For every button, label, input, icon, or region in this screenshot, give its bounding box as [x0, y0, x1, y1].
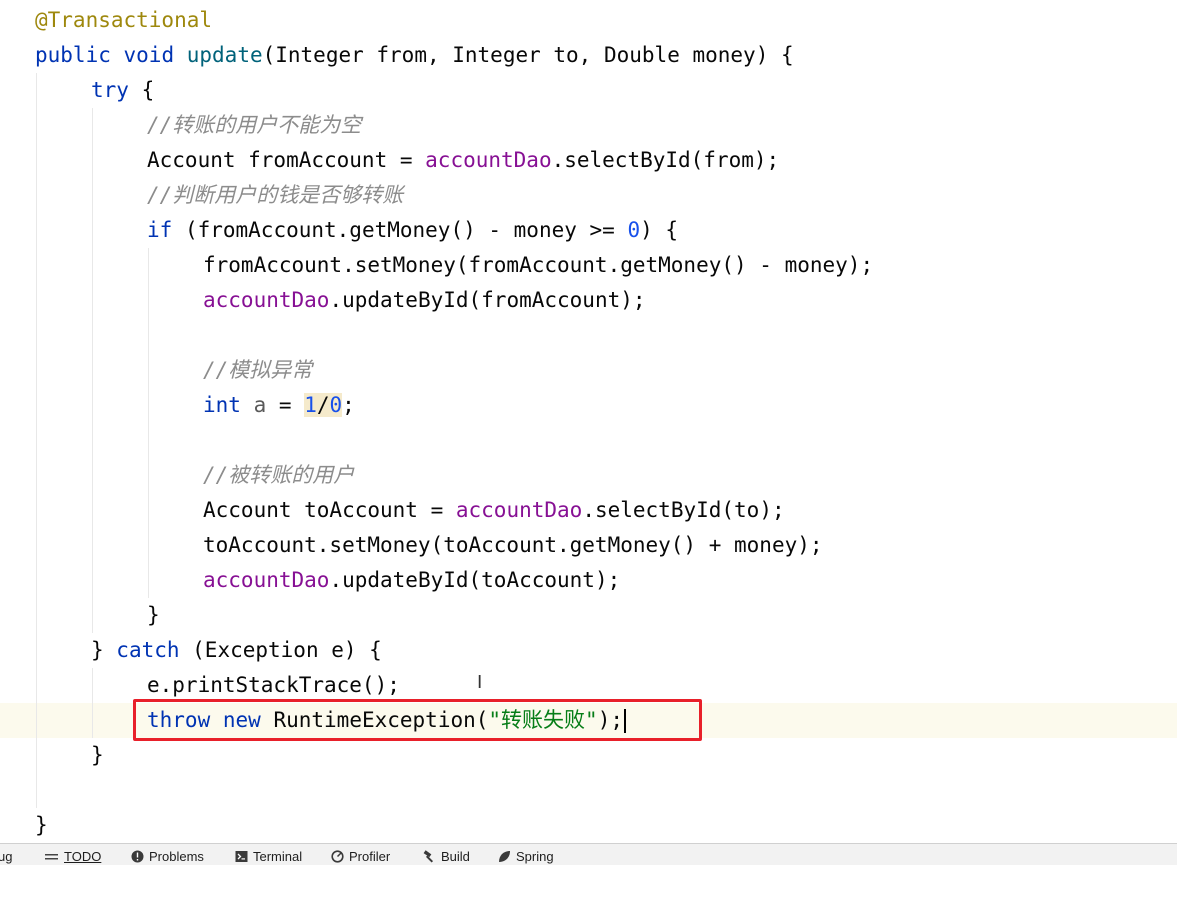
unused-variable-token: a [253, 393, 267, 417]
list-icon [45, 854, 58, 860]
code-line[interactable]: } [0, 738, 104, 773]
toolbar-item-label: Build [441, 849, 470, 864]
code-text: Account toAccount = [203, 498, 456, 522]
toolbar-item-spring[interactable]: Spring [498, 848, 554, 865]
toolbar-item-todo[interactable]: TODO [44, 848, 101, 865]
comment-token: //转账的用户不能为空 [147, 113, 362, 137]
field-token: accountDao [203, 568, 330, 592]
code-line[interactable]: //模拟异常 [0, 353, 312, 388]
code-text: .selectById(from); [551, 148, 780, 172]
code-line[interactable]: try { [0, 73, 154, 108]
code-text: { [128, 78, 155, 102]
toolbar-item-label: TODO [64, 849, 102, 864]
field-token: accountDao [425, 148, 552, 172]
code-text: .updateById(fromAccount); [329, 288, 646, 312]
code-text: = [266, 393, 305, 417]
code-line[interactable]: @Transactional [0, 3, 212, 38]
code-text: .selectById(to); [582, 498, 785, 522]
keyword-token: public [35, 43, 111, 67]
code-text: toAccount.setMoney(toAccount.getMoney() … [203, 533, 823, 557]
toolbar-item-label: Profiler [349, 849, 391, 864]
profiler-icon [331, 850, 344, 863]
comment-token: //模拟异常 [203, 358, 313, 382]
code-text: } [91, 743, 104, 767]
code-line[interactable]: toAccount.setMoney(toAccount.getMoney() … [0, 528, 823, 563]
code-line[interactable]: } [0, 598, 160, 633]
code-text: Account fromAccount = [147, 148, 426, 172]
code-line[interactable]: accountDao.updateById(fromAccount); [0, 283, 646, 318]
code-editor[interactable]: @Transactional public void update(Intege… [0, 0, 1177, 843]
highlight-box [133, 699, 702, 741]
code-text: (fromAccount.getMoney() - money >= [172, 218, 628, 242]
number-token: 0 [329, 393, 343, 417]
code-line[interactable]: Account toAccount = accountDao.selectByI… [0, 493, 785, 528]
code-text: } [35, 813, 48, 837]
code-line-current[interactable]: throw new RuntimeException("转账失败"); [0, 703, 626, 738]
code-line[interactable]: //转账的用户不能为空 [0, 108, 361, 143]
indent-guide [92, 108, 93, 633]
keyword-token: catch [116, 638, 180, 662]
keyword-token: int [203, 393, 241, 417]
code-text: / [316, 393, 330, 417]
number-token: 0 [627, 218, 641, 242]
code-line[interactable]: e.printStackTrace(); [0, 668, 400, 703]
code-line[interactable]: } [0, 808, 51, 843]
code-line[interactable]: Account fromAccount = accountDao.selectB… [0, 143, 779, 178]
method-name-token: update [186, 43, 263, 67]
code-text: } [147, 603, 160, 627]
code-text: (Integer from, Integer to, Double money)… [262, 43, 794, 67]
hammer-icon [423, 850, 434, 863]
code-line[interactable]: } catch (Exception e) { [0, 633, 382, 668]
number-token: 1 [304, 393, 317, 417]
indent-guide [148, 248, 149, 598]
toolbar-item-label: Spring [516, 849, 554, 864]
code-text: ) { [640, 218, 679, 242]
code-text: .updateById(toAccount); [329, 568, 621, 592]
keyword-token: try [91, 78, 129, 102]
code-line[interactable]: //被转账的用户 [0, 458, 354, 493]
toolbar-item-label: Problems [149, 849, 204, 864]
code-text: fromAccount.setMoney(fromAccount.getMone… [203, 253, 874, 277]
toolbar-item-label: Terminal [253, 849, 303, 864]
code-text: ; [342, 393, 355, 417]
toolbar-item-problems[interactable]: Problems [131, 848, 204, 865]
warning-highlight[interactable]: 1/0 [304, 393, 343, 417]
code-line[interactable]: public void update(Integer from, Integer… [0, 38, 794, 73]
tool-window-bar: ug TODO Problems Terminal Profiler Build… [0, 843, 1177, 865]
keyword-token: void [123, 43, 175, 67]
code-line[interactable]: int a = 1/0; [0, 388, 355, 423]
comment-token: //判断用户的钱是否够转账 [147, 183, 404, 207]
mouse-ibeam-cursor: I [477, 672, 483, 693]
field-token: accountDao [455, 498, 583, 522]
code-text: (Exception e) { [179, 638, 382, 662]
code-line[interactable]: //判断用户的钱是否够转账 [0, 178, 403, 213]
code-text: e.printStackTrace(); [147, 673, 400, 697]
annotation-token: @Transactional [35, 8, 213, 32]
toolbar-item-terminal[interactable]: Terminal [235, 848, 302, 865]
keyword-token: if [147, 218, 173, 242]
error-icon [131, 850, 144, 863]
toolbar-item-label: ug [0, 849, 13, 864]
code-line[interactable]: accountDao.updateById(toAccount); [0, 563, 620, 598]
code-line[interactable]: fromAccount.setMoney(fromAccount.getMone… [0, 248, 873, 283]
terminal-icon [235, 851, 248, 862]
indent-guide [92, 668, 93, 738]
spring-leaf-icon [499, 851, 510, 862]
field-token: accountDao [203, 288, 330, 312]
toolbar-item-debug[interactable]: ug [0, 848, 12, 865]
code-line[interactable]: if (fromAccount.getMoney() - money >= 0)… [0, 213, 678, 248]
toolbar-item-build[interactable]: Build [423, 848, 470, 865]
comment-token: //被转账的用户 [203, 463, 355, 487]
toolbar-item-profiler[interactable]: Profiler [331, 848, 390, 865]
code-text: } [91, 638, 117, 662]
